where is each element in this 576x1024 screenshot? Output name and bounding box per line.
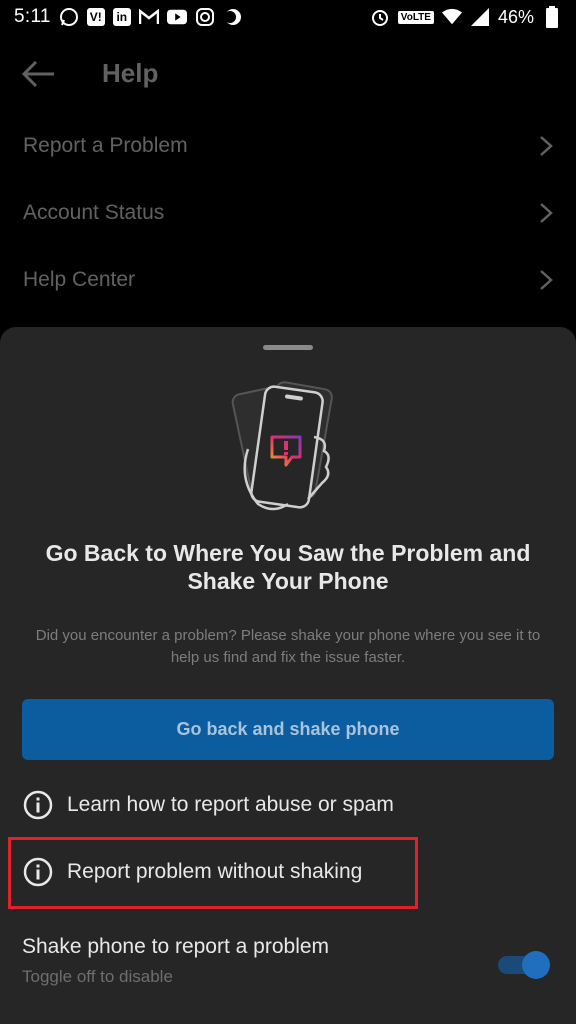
gmail-icon [138, 7, 159, 27]
option-label: Learn how to report abuse or spam [67, 793, 394, 816]
menu-item-label: Account Status [23, 200, 165, 224]
sheet-drag-handle[interactable] [263, 345, 313, 350]
learn-report-abuse-option[interactable]: Learn how to report abuse or spam [22, 785, 394, 825]
alarm-icon [370, 7, 390, 27]
toggle-knob [522, 951, 550, 979]
shake-toggle-subtitle: Toggle off to disable [22, 967, 173, 986]
chevron-right-icon [540, 202, 553, 223]
shake-phone-illustration [231, 381, 333, 511]
menu-item-account-status[interactable]: Account Status [0, 179, 576, 246]
linkedin-icon: in [112, 8, 131, 26]
status-time: 5:11 [14, 6, 51, 27]
wifi-icon [441, 7, 462, 27]
menu-item-label: Help Center [23, 267, 136, 291]
moon-icon [223, 7, 243, 27]
screen: 5:11 V! in VoLTE 46% Help Report a Probl… [0, 0, 576, 1024]
whatsapp-icon [59, 7, 79, 27]
menu-item-label: Report a Problem [23, 133, 188, 157]
sheet-title: Go Back to Where You Saw the Problem and… [45, 540, 531, 594]
menu-item-help-center[interactable]: Help Center [0, 246, 576, 313]
status-bar-right: VoLTE 46% [370, 6, 562, 28]
back-button[interactable] [20, 58, 56, 90]
battery-icon [542, 6, 562, 28]
volte-icon: VoLTE [397, 10, 434, 24]
instagram-icon [195, 7, 215, 27]
battery-percent: 46% [497, 6, 534, 27]
shake-toggle-title: Shake phone to report a problem [22, 935, 330, 958]
help-menu-list: Report a Problem Account Status Help Cen… [0, 112, 576, 313]
chevron-right-icon [540, 269, 553, 290]
sheet-description: Did you encounter a problem? Please shak… [35, 627, 541, 666]
signal-icon [470, 7, 490, 27]
highlight-box [8, 837, 418, 909]
status-bar: 5:11 V! in VoLTE 46% [0, 0, 576, 34]
chevron-right-icon [540, 135, 553, 156]
app-header: Help [0, 44, 576, 104]
go-back-and-shake-button[interactable]: Go back and shake phone [22, 699, 554, 760]
bottom-sheet: Go Back to Where You Saw the Problem and… [0, 327, 576, 1024]
status-bar-left: 5:11 V! in [14, 6, 243, 28]
youtube-icon [166, 7, 187, 27]
info-icon [23, 790, 53, 820]
shake-to-report-toggle[interactable] [498, 950, 550, 979]
arrow-left-icon [21, 60, 54, 88]
page-title: Help [102, 58, 159, 88]
vi-icon: V! [86, 8, 105, 26]
menu-item-report-problem[interactable]: Report a Problem [0, 112, 576, 179]
